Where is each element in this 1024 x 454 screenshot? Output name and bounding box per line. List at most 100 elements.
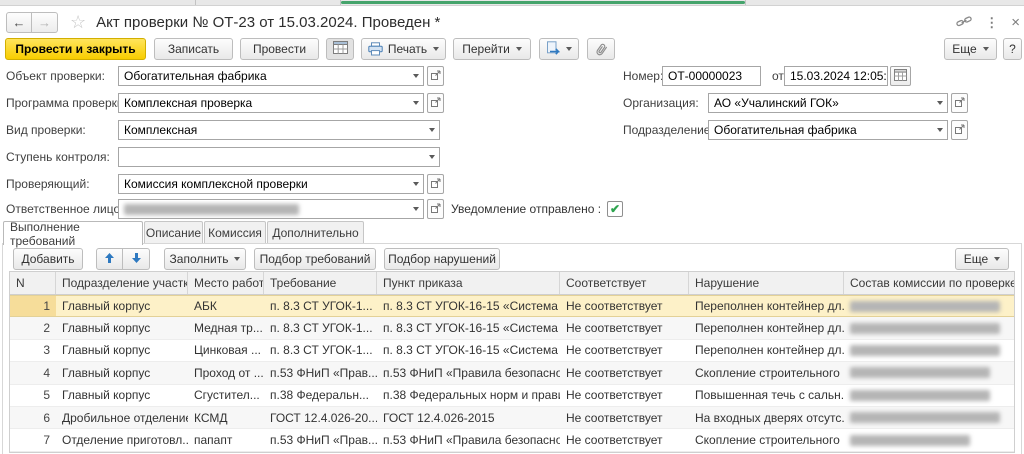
control-stage-field[interactable] — [118, 147, 440, 167]
organization-field[interactable]: АО «Учалинский ГОК» — [708, 93, 948, 113]
column-header-match[interactable]: Соответствует — [560, 272, 689, 294]
dropdown-icon[interactable] — [408, 175, 423, 193]
write-button[interactable]: Записать — [154, 38, 233, 60]
post-and-close-button[interactable]: Провести и закрыть — [5, 38, 146, 60]
kebab-menu-icon[interactable]: ⋮ — [985, 16, 998, 29]
dropdown-icon[interactable] — [932, 94, 947, 112]
date-value: 15.03.2024 12:05:06 — [785, 69, 887, 83]
create-based-on-button[interactable] — [539, 38, 579, 60]
more-button[interactable]: Еще — [944, 38, 997, 60]
more-label: Еще — [952, 42, 976, 56]
field-label-control-stage: Ступень контроля: — [6, 147, 110, 167]
fill-button[interactable]: Заполнить — [164, 248, 246, 270]
move-up-button[interactable] — [96, 248, 123, 270]
inspector-field[interactable]: Комиссия комплексной проверки — [118, 174, 424, 194]
cell-dept: Отделение приготовл... — [56, 429, 188, 450]
department-field[interactable]: Обогатительная фабрика — [708, 120, 948, 140]
tab-requirements[interactable]: Выполнение требований — [3, 221, 143, 245]
column-header-order-item[interactable]: Пункт приказа — [377, 272, 560, 294]
field-label-department: Подразделение: — [623, 120, 714, 140]
cell-order: п.38 Федеральных норм и прави... — [377, 385, 560, 406]
post-button[interactable]: Провести — [240, 38, 319, 60]
number-field[interactable]: ОТ-00000023 — [662, 66, 761, 86]
close-icon[interactable]: × — [1011, 15, 1020, 30]
cell-n: 6 — [10, 407, 56, 428]
cell-place: папапт — [188, 429, 264, 450]
object-open-button[interactable] — [427, 66, 444, 86]
command-bar: Провести и закрыть Записать Провести Печ… — [0, 38, 1024, 62]
column-header-dept[interactable]: Подразделение участка — [56, 272, 188, 294]
cell-n: 3 — [10, 340, 56, 361]
column-header-n[interactable]: N — [10, 272, 56, 294]
tab-description-label: Описание — [146, 226, 201, 240]
cell-requirement: п.53 ФНиП «Прав... — [264, 362, 377, 383]
favorite-star-icon[interactable]: ☆ — [70, 13, 86, 31]
cell-requirement: ГОСТ 12.4.026-20... — [264, 407, 377, 428]
dropdown-icon[interactable] — [932, 121, 947, 139]
cell-n: 5 — [10, 385, 56, 406]
dropdown-icon[interactable] — [408, 67, 423, 85]
cell-dept: Главный корпус — [56, 296, 188, 316]
table-row[interactable]: 7 Отделение приготовл... папапт п.53 ФНи… — [10, 429, 1014, 451]
move-down-button[interactable] — [123, 248, 150, 270]
pick-violations-button[interactable]: Подбор нарушений — [384, 248, 500, 270]
dropdown-icon[interactable] — [424, 121, 439, 139]
kind-field[interactable]: Комплексная — [118, 120, 440, 140]
table-row[interactable]: 2 Главный корпус Медная тр... п. 8.3 СТ … — [10, 317, 1014, 339]
dropdown-icon[interactable] — [408, 94, 423, 112]
report-structure-button[interactable] — [326, 38, 354, 60]
date-field[interactable]: 15.03.2024 12:05:06 — [784, 66, 888, 86]
table-more-button[interactable]: Еще — [955, 248, 1009, 270]
column-header-violation[interactable]: Нарушение — [689, 272, 844, 294]
browser-tab-strip — [0, 0, 1024, 6]
cell-commission-redacted — [844, 340, 1014, 361]
dropdown-icon[interactable] — [424, 148, 439, 166]
notification-sent-checkbox[interactable]: ✔ — [607, 201, 623, 217]
active-tab-indicator — [341, 1, 745, 4]
table-row[interactable]: 6 Дробильное отделение КСМД ГОСТ 12.4.02… — [10, 407, 1014, 429]
program-field[interactable]: Комплексная проверка — [118, 93, 424, 113]
tab-commission[interactable]: Комиссия — [204, 221, 266, 244]
column-header-commission[interactable]: Состав комиссии по проверке — [844, 272, 1014, 294]
cell-n: 2 — [10, 317, 56, 338]
cell-order: п.53 ФНиП «Правила безопасно... — [377, 429, 560, 450]
add-row-button[interactable]: Добавить — [13, 248, 83, 270]
cell-commission-redacted — [844, 296, 1014, 316]
pick-requirements-button[interactable]: Подбор требований — [254, 248, 376, 270]
organization-open-button[interactable] — [951, 93, 968, 113]
attachments-button[interactable] — [587, 38, 615, 60]
back-button[interactable]: ← — [6, 12, 32, 33]
forward-arrow-icon: → — [38, 15, 51, 30]
open-icon — [431, 177, 441, 191]
field-label-program: Программа проверки: — [6, 93, 127, 113]
goto-button[interactable]: Перейти — [453, 38, 531, 60]
chevron-down-icon — [994, 257, 1000, 261]
program-open-button[interactable] — [427, 93, 444, 113]
cell-place: КСМД — [188, 407, 264, 428]
cell-order: п. 8.3 СТ УГОК-16-15 «Система ... — [377, 296, 560, 316]
open-icon — [955, 96, 965, 110]
forward-button[interactable]: → — [32, 12, 58, 33]
column-header-requirement[interactable]: Требование — [264, 272, 377, 294]
department-open-button[interactable] — [951, 120, 968, 140]
help-button[interactable]: ? — [1003, 38, 1022, 60]
table-row[interactable]: 3 Главный корпус Цинковая ... п. 8.3 СТ … — [10, 340, 1014, 362]
print-button[interactable]: Печать — [361, 38, 446, 60]
inspector-open-button[interactable] — [427, 174, 444, 194]
link-icon[interactable] — [956, 15, 972, 30]
notification-sent-group: Уведомление отправлено : ✔ — [451, 199, 623, 219]
dropdown-icon[interactable] — [408, 200, 423, 218]
tab-description[interactable]: Описание — [144, 221, 203, 244]
chevron-down-icon — [516, 47, 522, 51]
table-row[interactable]: 4 Главный корпус Проход от ... п.53 ФНиП… — [10, 362, 1014, 384]
responsible-open-button[interactable] — [427, 199, 444, 219]
grid-icon — [333, 41, 348, 57]
tab-additional[interactable]: Дополнительно — [267, 221, 364, 244]
table-row[interactable]: 1 Главный корпус АБК п. 8.3 СТ УГОК-1...… — [10, 295, 1014, 317]
responsible-field[interactable] — [118, 199, 424, 219]
object-field[interactable]: Обогатительная фабрика — [118, 66, 424, 86]
tab-additional-label: Дополнительно — [272, 226, 358, 240]
calendar-button[interactable] — [890, 66, 911, 86]
column-header-place[interactable]: Место работ — [188, 272, 264, 294]
table-row[interactable]: 5 Главный корпус Сгустител... п.38 Федер… — [10, 385, 1014, 407]
